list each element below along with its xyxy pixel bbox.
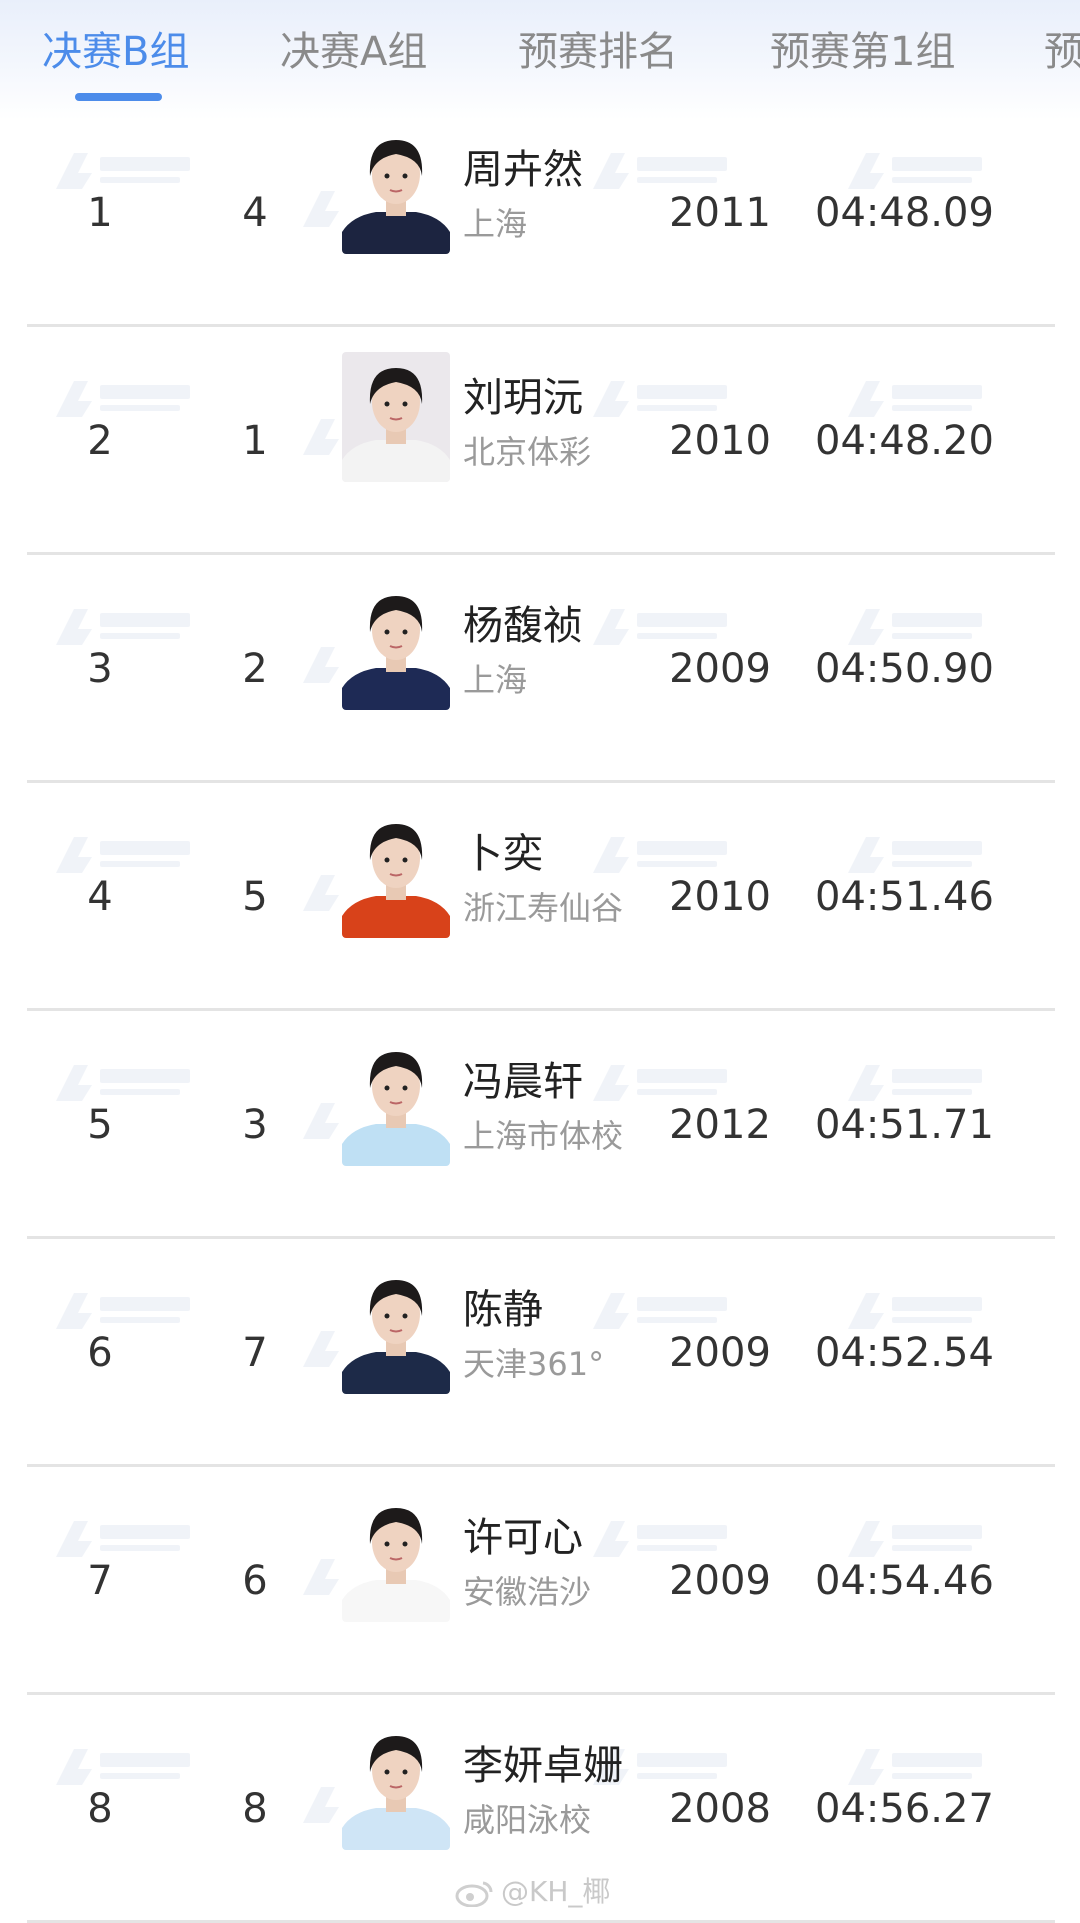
lane-value: 4 <box>242 190 268 236</box>
result-time: 04:51.71 <box>815 1102 994 1148</box>
weibo-watermark: @KH_椰 <box>455 1872 610 1912</box>
athlete-photo-icon <box>342 580 450 710</box>
tab-heats-ranking[interactable]: 预赛排名 <box>518 24 678 80</box>
result-row[interactable]: 7 6 许可心安徽浩沙 2009 04:54.46 <box>0 1467 1080 1695</box>
lane-value: 1 <box>242 418 268 464</box>
lane-value: 8 <box>242 1786 268 1832</box>
athlete-photo-icon <box>342 1492 450 1622</box>
athlete-photo-icon <box>342 1264 450 1394</box>
birth-year: 2010 <box>669 418 771 464</box>
result-time: 04:56.27 <box>815 1786 994 1832</box>
result-time: 04:48.09 <box>815 190 994 236</box>
athlete-name: 陈静 <box>463 1287 543 1333</box>
result-time: 04:51.46 <box>815 874 994 920</box>
rank-value: 6 <box>87 1330 113 1376</box>
birth-year: 2012 <box>669 1102 771 1148</box>
lane-value: 3 <box>242 1102 268 1148</box>
lane-value: 2 <box>242 646 268 692</box>
rank-value: 7 <box>87 1558 113 1604</box>
athlete-name: 冯晨轩 <box>463 1059 583 1105</box>
birth-year: 2008 <box>669 1786 771 1832</box>
athlete-name: 李妍卓姗 <box>463 1743 623 1789</box>
athlete-team: 上海 <box>463 661 528 699</box>
lane-value: 7 <box>242 1330 268 1376</box>
result-time: 04:48.20 <box>815 418 994 464</box>
tab-heat-1[interactable]: 预赛第1组 <box>770 24 955 80</box>
weibo-icon <box>455 1881 493 1907</box>
rank-value: 8 <box>87 1786 113 1832</box>
athlete-team: 咸阳泳校 <box>463 1801 592 1839</box>
result-time: 04:54.46 <box>815 1558 994 1604</box>
result-row[interactable]: 3 2 杨馥祯上海 2009 04:50.90 <box>0 555 1080 783</box>
result-row[interactable]: 1 4 周卉然上海 2011 04:48.09 <box>0 99 1080 327</box>
rank-value: 2 <box>87 418 113 464</box>
athlete-team: 浙江寿仙谷 <box>463 889 624 927</box>
athlete-photo-icon <box>342 1720 450 1850</box>
rank-value: 3 <box>87 646 113 692</box>
athlete-photo-icon <box>342 124 450 254</box>
result-row[interactable]: 4 5 卜奕浙江寿仙谷 2010 04:51.46 <box>0 783 1080 1011</box>
birth-year: 2009 <box>669 646 771 692</box>
result-row[interactable]: 2 1 刘玥沅北京体彩 2010 04:48.20 <box>0 327 1080 555</box>
athlete-name: 卜奕 <box>463 831 543 877</box>
birth-year: 2009 <box>669 1558 771 1604</box>
result-time: 04:52.54 <box>815 1330 994 1376</box>
athlete-photo-icon <box>342 1036 450 1166</box>
weibo-credit: @KH_椰 <box>501 1875 611 1908</box>
birth-year: 2009 <box>669 1330 771 1376</box>
lane-value: 5 <box>242 874 268 920</box>
rank-value: 4 <box>87 874 113 920</box>
athlete-photo-icon <box>342 808 450 938</box>
athlete-team: 天津361° <box>463 1345 605 1383</box>
rank-value: 1 <box>87 190 113 236</box>
result-row[interactable]: 5 3 冯晨轩上海市体校 2012 04:51.71 <box>0 1011 1080 1239</box>
tab-final-b[interactable]: 决赛B组 <box>42 24 189 80</box>
athlete-name: 杨馥祯 <box>463 603 583 649</box>
athlete-name: 许可心 <box>463 1515 583 1561</box>
athlete-team: 上海市体校 <box>463 1117 624 1155</box>
athlete-name: 周卉然 <box>463 147 583 193</box>
athlete-name: 刘玥沅 <box>463 375 583 421</box>
result-time: 04:50.90 <box>815 646 994 692</box>
athlete-photo-icon <box>342 352 450 482</box>
results-list: 1 4 周卉然上海 2011 04:48.09 2 1 刘玥沅北京体彩 2010 04:48.20… <box>0 99 1080 1923</box>
tab-more-partial[interactable]: 预 <box>1044 24 1080 80</box>
tab-final-a[interactable]: 决赛A组 <box>280 24 427 80</box>
athlete-team: 安徽浩沙 <box>463 1573 592 1611</box>
lane-value: 6 <box>242 1558 268 1604</box>
athlete-team: 上海 <box>463 205 528 243</box>
birth-year: 2010 <box>669 874 771 920</box>
athlete-team: 北京体彩 <box>463 433 592 471</box>
result-row[interactable]: 6 7 陈静天津361° 2009 04:52.54 <box>0 1239 1080 1467</box>
birth-year: 2011 <box>669 190 771 236</box>
rank-value: 5 <box>87 1102 113 1148</box>
